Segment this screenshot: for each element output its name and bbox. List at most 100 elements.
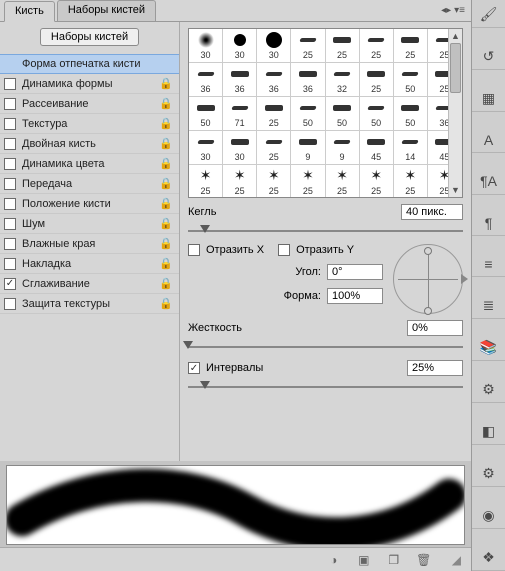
size-slider[interactable] xyxy=(188,228,463,234)
sidebar-checkbox[interactable] xyxy=(4,78,16,90)
trash-icon[interactable]: 🗑 xyxy=(416,552,432,568)
lock-icon[interactable]: 🔒 xyxy=(159,297,173,310)
brush-tip-cell[interactable]: 50 xyxy=(291,97,325,131)
brush-tip-cell[interactable]: 25 xyxy=(326,29,360,63)
toggle-preview-icon[interactable]: ◑ xyxy=(326,552,342,568)
brush-tip-cell[interactable]: ✶25 xyxy=(189,165,223,198)
sidebar-item[interactable]: Динамика формы🔒 xyxy=(0,74,179,94)
type-dock-icon[interactable]: A xyxy=(472,132,505,153)
gear-dock-icon[interactable]: ⚙ xyxy=(472,465,505,487)
hardness-slider[interactable] xyxy=(188,344,463,350)
brush-tip-cell[interactable]: 25 xyxy=(257,97,291,131)
character-dock-icon[interactable]: ¶A xyxy=(472,173,505,194)
brush-tip-cell[interactable]: 32 xyxy=(326,63,360,97)
lock-icon[interactable]: 🔒 xyxy=(159,217,173,230)
new-brush-icon[interactable]: ▣ xyxy=(356,552,372,568)
brush-tip-cell[interactable]: 36 xyxy=(223,63,257,97)
spacing-slider[interactable] xyxy=(188,384,463,390)
brush-tip-cell[interactable]: 50 xyxy=(189,97,223,131)
brush-tip-cell[interactable]: 25 xyxy=(360,29,394,63)
lock-icon[interactable]: 🔒 xyxy=(159,177,173,190)
lock-icon[interactable]: 🔒 xyxy=(159,137,173,150)
brush-tip-cell[interactable]: 30 xyxy=(257,29,291,63)
scroll-up-icon[interactable]: ▲ xyxy=(449,29,462,43)
brush-tip-cell[interactable]: 45 xyxy=(360,131,394,165)
tab-brush[interactable]: Кисть xyxy=(4,1,55,22)
sidebar-item[interactable]: ✓Сглаживание🔒 xyxy=(0,274,179,294)
hardness-input[interactable]: 0% xyxy=(407,320,463,336)
sidebar-item[interactable]: Передача🔒 xyxy=(0,174,179,194)
brush-tip-cell[interactable]: ✶25 xyxy=(291,165,325,198)
glyph-dock-icon[interactable]: ≡ xyxy=(472,256,505,277)
sidebar-item[interactable]: Положение кисти🔒 xyxy=(0,194,179,214)
brush-tip-cell[interactable]: 36 xyxy=(257,63,291,97)
create-doc-icon[interactable]: ❐ xyxy=(386,552,402,568)
angle-arrow-icon[interactable] xyxy=(461,274,468,284)
brush-presets-button[interactable]: Наборы кистей xyxy=(40,28,139,46)
lock-icon[interactable]: 🔒 xyxy=(159,257,173,270)
brush-tip-cell[interactable]: 30 xyxy=(189,131,223,165)
resize-grip-icon[interactable]: ◢ xyxy=(452,553,461,567)
angle-input[interactable]: 0° xyxy=(327,264,383,280)
align-dock-icon[interactable]: ≣ xyxy=(472,297,505,319)
brush-tip-cell[interactable]: 9 xyxy=(291,131,325,165)
spacing-checkbox[interactable]: ✓ Интервалы xyxy=(188,362,263,374)
lock-icon[interactable]: 🔒 xyxy=(159,157,173,170)
brush-tip-cell[interactable]: 9 xyxy=(326,131,360,165)
sidebar-checkbox[interactable] xyxy=(4,138,16,150)
scroll-down-icon[interactable]: ▼ xyxy=(449,183,462,197)
sidebar-item[interactable]: Динамика цвета🔒 xyxy=(0,154,179,174)
sidebar-item[interactable]: Двойная кисть🔒 xyxy=(0,134,179,154)
brush-tip-cell[interactable]: 71 xyxy=(223,97,257,131)
library-dock-icon[interactable]: 📚 xyxy=(472,339,505,361)
history-dock-icon[interactable]: ↺ xyxy=(472,48,505,70)
sidebar-checkbox[interactable] xyxy=(4,218,16,230)
lock-icon[interactable]: 🔒 xyxy=(159,117,173,130)
sidebar-checkbox[interactable] xyxy=(4,258,16,270)
brush-tip-cell[interactable]: 50 xyxy=(360,97,394,131)
sidebar-item[interactable]: Текстура🔒 xyxy=(0,114,179,134)
sidebar-item[interactable]: Шум🔒 xyxy=(0,214,179,234)
flip-y-checkbox[interactable]: Отразить Y xyxy=(278,244,354,256)
adjustment-dock-icon[interactable]: ⚙ xyxy=(472,381,505,403)
color-dock-icon[interactable]: ◉ xyxy=(472,507,505,529)
collapse-icon[interactable]: ◂▸ xyxy=(441,5,451,16)
sidebar-item[interactable]: Защита текстуры🔒 xyxy=(0,294,179,314)
paragraph-dock-icon[interactable]: ¶ xyxy=(472,215,505,236)
sidebar-item[interactable]: Форма отпечатка кисти xyxy=(0,54,179,74)
brush-tip-cell[interactable]: 25 xyxy=(257,131,291,165)
brush-tip-cell[interactable]: ✶25 xyxy=(326,165,360,198)
size-input[interactable]: 40 пикс. xyxy=(401,204,463,220)
roundness-input[interactable]: 100% xyxy=(327,288,383,304)
cube-dock-icon[interactable]: ◧ xyxy=(472,423,505,445)
panel-menu-icon[interactable]: ▾≡ xyxy=(454,5,465,16)
brush-tip-cell[interactable]: 25 xyxy=(291,29,325,63)
sidebar-item[interactable]: Накладка🔒 xyxy=(0,254,179,274)
spacing-input[interactable]: 25% xyxy=(407,360,463,376)
sidebar-checkbox[interactable] xyxy=(4,158,16,170)
lock-icon[interactable]: 🔒 xyxy=(159,277,173,290)
sidebar-checkbox[interactable] xyxy=(4,98,16,110)
sidebar-item[interactable]: Рассеивание🔒 xyxy=(0,94,179,114)
brush-tip-cell[interactable]: 36 xyxy=(189,63,223,97)
brush-tip-cell[interactable]: 25 xyxy=(360,63,394,97)
brush-tip-cell[interactable]: 14 xyxy=(394,131,428,165)
angle-control[interactable] xyxy=(393,244,463,314)
brush-tip-cell[interactable]: 50 xyxy=(326,97,360,131)
sidebar-checkbox[interactable] xyxy=(4,238,16,250)
brush-tip-cell[interactable]: 50 xyxy=(394,63,428,97)
lock-icon[interactable]: 🔒 xyxy=(159,197,173,210)
sidebar-checkbox[interactable] xyxy=(4,198,16,210)
brush-tip-cell[interactable]: 50 xyxy=(394,97,428,131)
sidebar-item[interactable]: Влажные края🔒 xyxy=(0,234,179,254)
brush-dock-icon[interactable]: 🖌 xyxy=(472,6,505,28)
brush-tip-cell[interactable]: 30 xyxy=(189,29,223,63)
sidebar-checkbox[interactable] xyxy=(4,298,16,310)
brush-tip-cell[interactable]: ✶25 xyxy=(223,165,257,198)
tab-presets[interactable]: Наборы кистей xyxy=(57,0,156,21)
scroll-thumb[interactable] xyxy=(450,43,461,93)
sidebar-checkbox[interactable] xyxy=(4,178,16,190)
lock-icon[interactable]: 🔒 xyxy=(159,237,173,250)
layers-dock-icon[interactable]: ❖ xyxy=(472,549,505,571)
sidebar-checkbox[interactable] xyxy=(4,118,16,130)
